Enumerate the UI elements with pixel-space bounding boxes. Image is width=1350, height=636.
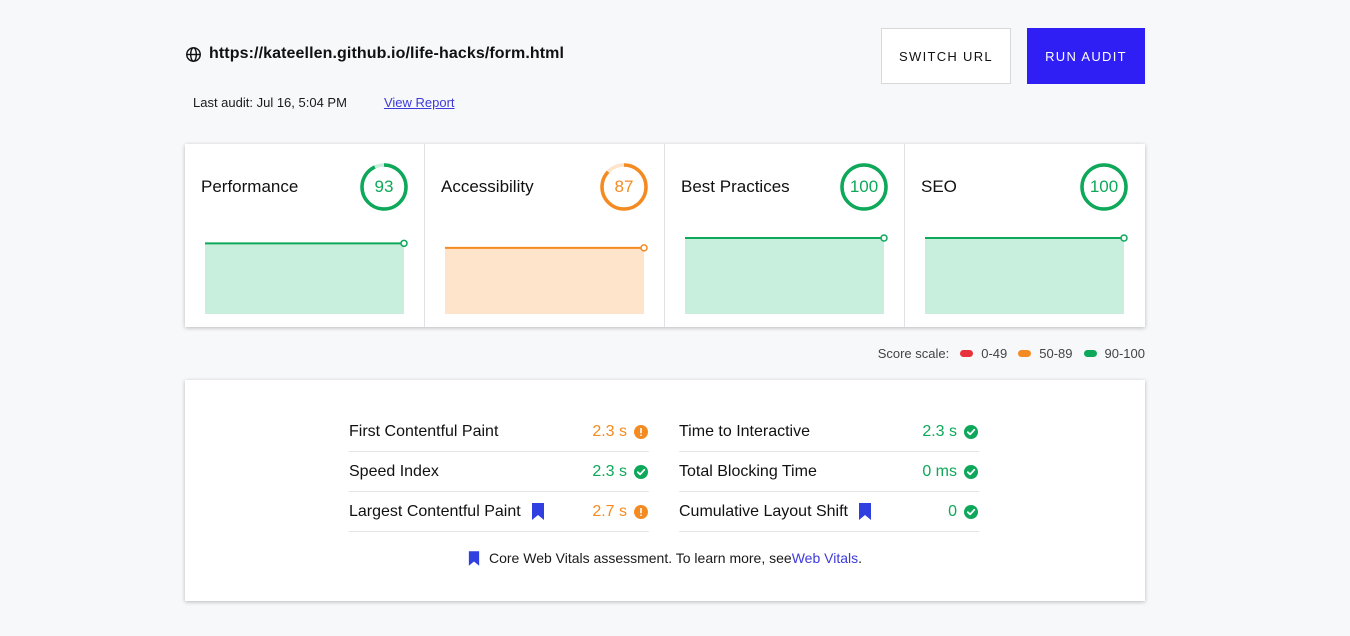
card-title: Accessibility [441,177,534,196]
score-cards: Performance 93 Accessibility 87 Best Pra… [185,144,1145,327]
check-icon [964,504,978,519]
scale-dot-red [960,350,974,357]
metric-row-lcp: Largest Contentful Paint 2.7 s [349,492,649,532]
score-value: 100 [1089,177,1119,196]
score-scale: Score scale: 0-49 50-89 90-100 [878,346,1145,361]
globe-icon [186,46,201,62]
score-card-performance[interactable]: Performance 93 [185,144,425,327]
audit-row: Last audit: Jul 16, 5:04 PM View Report [193,95,455,110]
switch-url-button[interactable]: SWITCH URL [881,28,1011,84]
bookmark-icon [858,503,872,520]
trend-point [400,239,408,248]
score-trend-chart [445,244,648,314]
scale-range: 90-100 [1104,346,1145,361]
metric-label-wrap: Cumulative Layout Shift [679,503,872,521]
bookmark-icon [468,550,480,566]
trend-area [685,238,884,314]
metric-label: Largest Contentful Paint [349,502,521,520]
metric-value: 2.7 s [592,502,627,520]
view-report-link[interactable]: View Report [384,95,455,110]
scale-dot-orange [1018,350,1032,357]
score-value: 93 [374,177,394,196]
check-icon [964,424,978,439]
warning-icon [634,504,648,519]
scale-item-average: 50-89 [1018,346,1073,361]
metric-row-tti: Time to Interactive 2.3 s [679,412,979,452]
score-trend-chart [205,239,408,314]
trend-point [1120,234,1128,242]
metric-value: 0 ms [922,462,957,480]
trend-area [445,247,644,314]
metric-row-speed-index: Speed Index 2.3 s [349,452,649,492]
score-card-best-practices[interactable]: Best Practices 100 [665,144,905,327]
score-scale-label: Score scale: [877,346,950,361]
trend-point [880,234,888,242]
metric-row-fcp: First Contentful Paint 2.3 s [349,412,649,452]
scale-dot-green [1083,350,1097,357]
metric-label: Speed Index [349,462,439,480]
score-card-accessibility[interactable]: Accessibility 87 [425,144,665,327]
trend-area [925,238,1124,314]
card-title: Best Practices [681,177,790,196]
scale-range: 50-89 [1039,346,1073,361]
metric-label: Cumulative Layout Shift [679,502,848,520]
web-vitals-link[interactable]: Web Vitals [792,550,858,566]
metric-label-wrap: Largest Contentful Paint [349,503,545,521]
metric-label: Total Blocking Time [679,462,817,480]
metric-value: 2.3 s [922,422,957,440]
metric-label: First Contentful Paint [349,422,499,440]
check-icon [634,464,648,479]
metric-value: 0 [948,502,957,520]
metric-label: Time to Interactive [679,422,811,440]
metric-row-cls: Cumulative Layout Shift 0 [679,492,979,532]
core-web-vitals-note: Core Web Vitals assessment. To learn mor… [185,550,1145,566]
scale-item-fail: 0-49 [960,346,1007,361]
card-title: SEO [921,177,957,196]
score-trend-chart [925,234,1128,314]
check-icon [964,464,978,479]
trend-point [640,244,648,252]
metrics-panel: First Contentful Paint 2.3 s Speed Index… [185,380,1145,601]
bookmark-icon [531,503,545,520]
score-value: 87 [614,177,634,196]
metric-value: 2.3 s [592,462,627,480]
metric-row-tbt: Total Blocking Time 0 ms [679,452,979,492]
score-trend-chart [685,234,888,314]
metric-value: 2.3 s [592,422,627,440]
scale-range: 0-49 [981,346,1008,361]
url-row: https://kateellen.github.io/life-hacks/f… [185,45,564,63]
trend-area [205,243,404,314]
note-period: . [858,550,862,566]
last-audit-text: Last audit: Jul 16, 5:04 PM [193,95,347,110]
note-text: Core Web Vitals assessment. To learn mor… [489,550,792,566]
scale-item-pass: 90-100 [1083,346,1145,361]
page-url: https://kateellen.github.io/life-hacks/f… [209,45,565,62]
score-value: 100 [849,177,879,196]
run-audit-button[interactable]: RUN AUDIT [1027,28,1145,84]
card-title: Performance [201,177,299,196]
score-card-seo[interactable]: SEO 100 [905,144,1145,327]
warning-icon [634,424,648,439]
